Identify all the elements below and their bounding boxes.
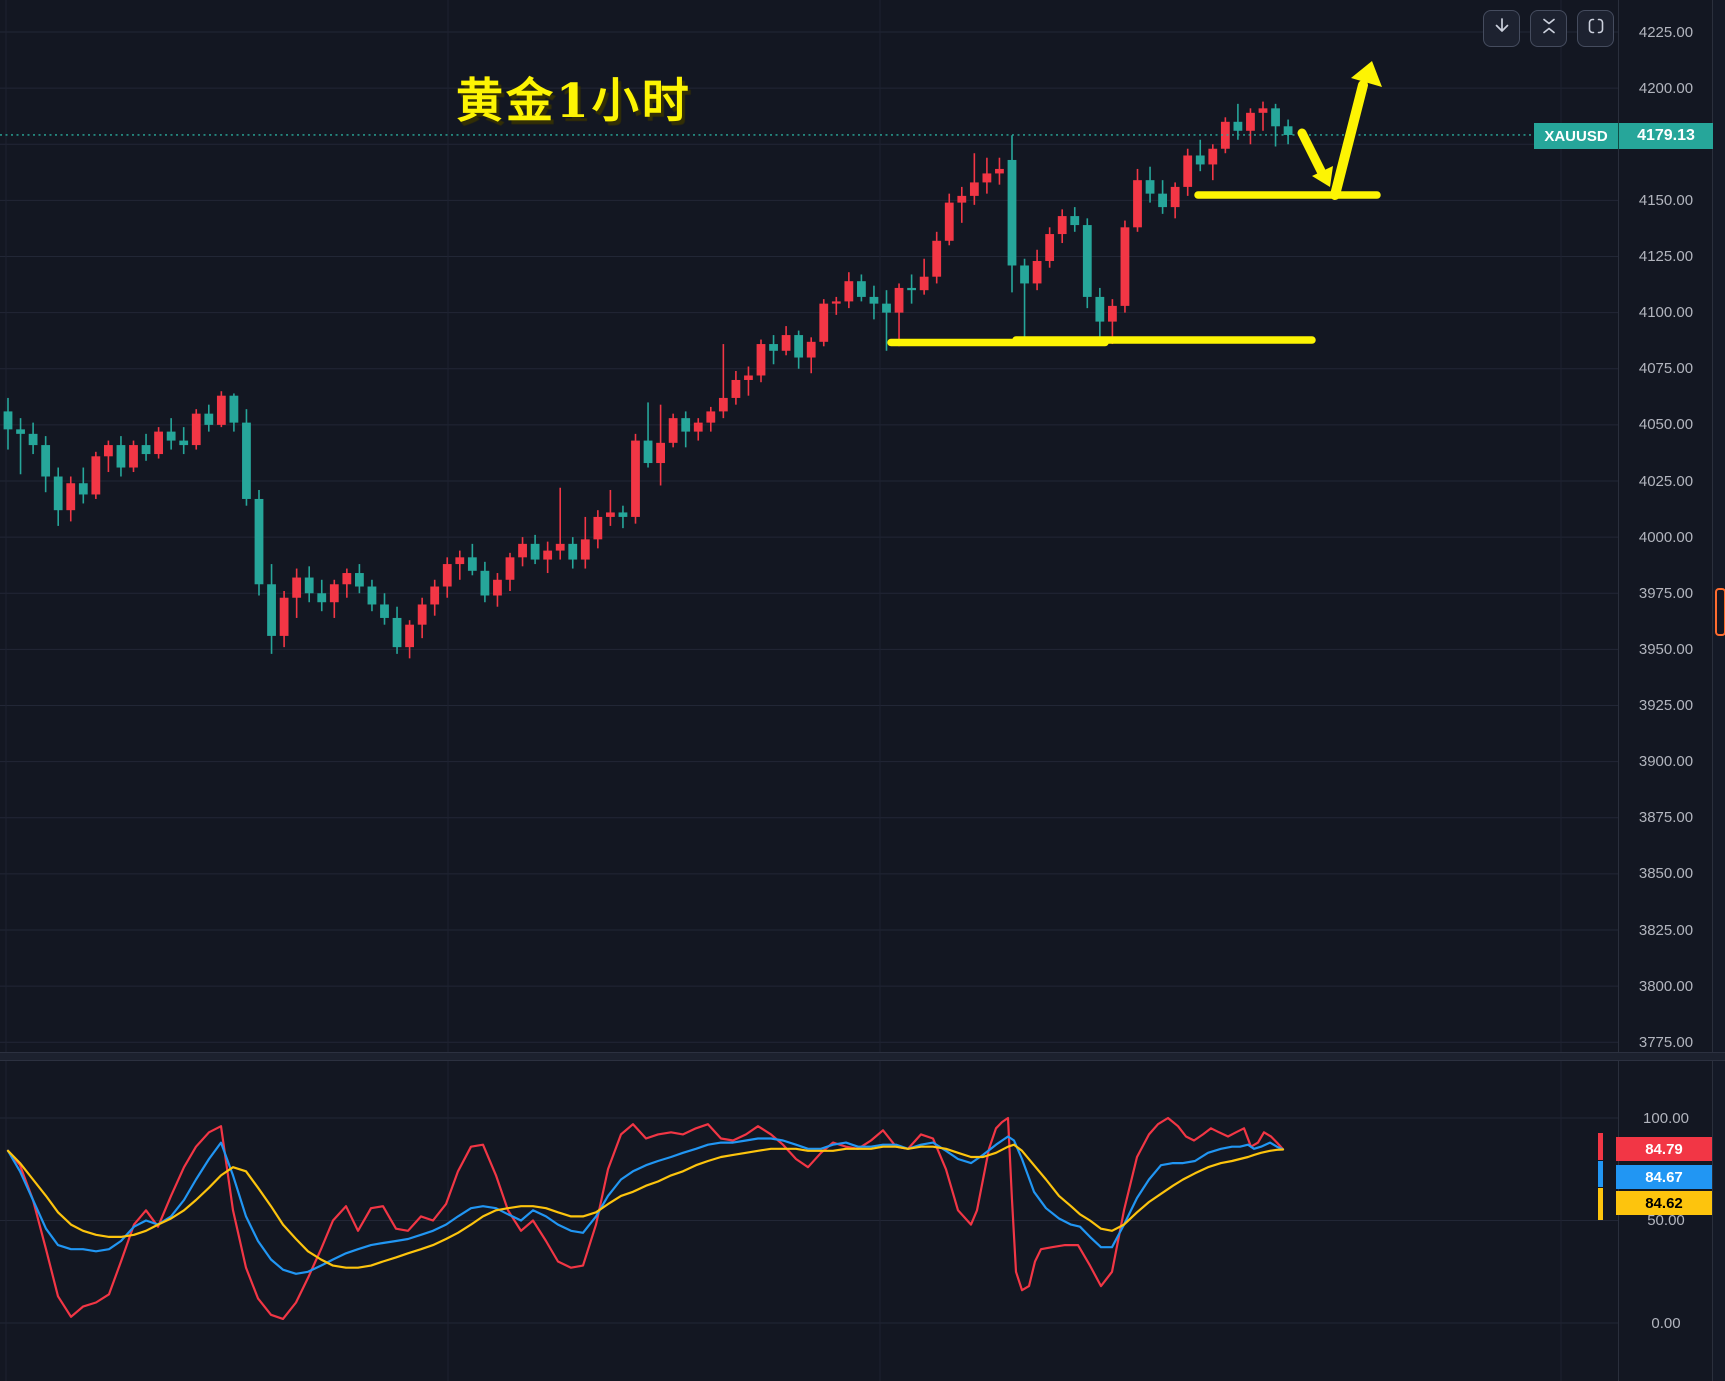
indicator-axis-label: 100.00	[1619, 1109, 1713, 1128]
grid-layer	[0, 0, 1618, 1381]
price-axis-label: 3800.00	[1619, 977, 1713, 996]
symbol-tag: XAUUSD	[1534, 123, 1619, 149]
maximize-icon	[1587, 17, 1605, 40]
scale-drag-thumb[interactable]	[1715, 588, 1725, 636]
price-axis-label: 4025.00	[1619, 472, 1713, 491]
collapse-icon	[1540, 17, 1558, 40]
last-price-label: XAUUSD 4179.13	[1534, 123, 1713, 149]
oscillator-value-label: 84.79	[1616, 1137, 1712, 1161]
price-axis-label: 3950.00	[1619, 640, 1713, 659]
price-axis-label: 4200.00	[1619, 79, 1713, 98]
price-axis-label: 3875.00	[1619, 808, 1713, 827]
oscillator-value-label: 84.62	[1616, 1191, 1712, 1215]
price-axis-label: 3850.00	[1619, 864, 1713, 883]
chart-canvas[interactable]	[0, 0, 1725, 1381]
arrow-down-icon	[1493, 17, 1511, 40]
move-pane-down-button[interactable]	[1483, 10, 1520, 47]
trading-chart-app: 黄金1小时 4225.004200.004175.004150.004125.0…	[0, 0, 1725, 1381]
price-axis-label: 4100.00	[1619, 303, 1713, 322]
price-axis-label: 4150.00	[1619, 191, 1713, 210]
indicator-axis-label: 0.00	[1619, 1314, 1713, 1333]
pane-toolbar	[1483, 10, 1614, 47]
oscillator-layer	[8, 1118, 1603, 1319]
pane-separator[interactable]	[0, 1052, 1725, 1061]
price-axis-label: 4125.00	[1619, 247, 1713, 266]
price-axis-label: 3825.00	[1619, 921, 1713, 940]
annotations-layer[interactable]	[0, 61, 1618, 343]
chart-title-annotation[interactable]: 黄金1小时	[456, 62, 692, 131]
price-axis-label: 3925.00	[1619, 696, 1713, 715]
candles-layer	[4, 102, 1293, 659]
last-price-value: 4179.13	[1619, 123, 1713, 149]
price-axis-label: 3900.00	[1619, 752, 1713, 771]
maximize-pane-button[interactable]	[1577, 10, 1614, 47]
price-axis-label: 4050.00	[1619, 415, 1713, 434]
right-edge-strip	[1712, 0, 1725, 1381]
price-axis-label: 4225.00	[1619, 23, 1713, 42]
price-axis-label: 4000.00	[1619, 528, 1713, 547]
collapse-pane-button[interactable]	[1530, 10, 1567, 47]
price-axis-label: 3975.00	[1619, 584, 1713, 603]
oscillator-value-label: 84.67	[1616, 1165, 1712, 1189]
price-axis-label: 3775.00	[1619, 1033, 1713, 1052]
price-axis-label: 4075.00	[1619, 359, 1713, 378]
